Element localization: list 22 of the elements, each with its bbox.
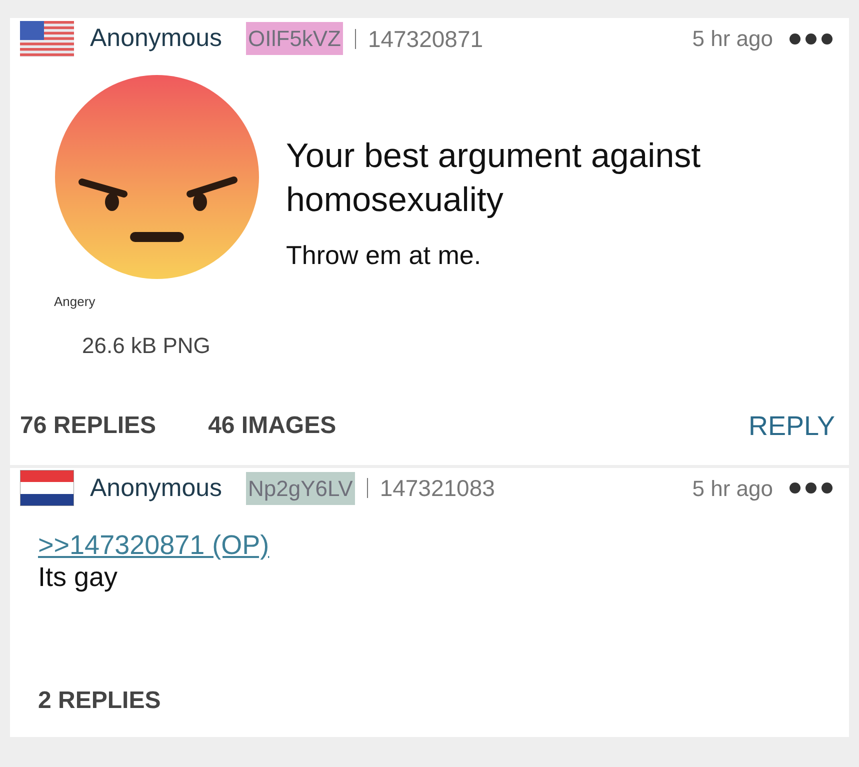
flag-icon [20,470,74,506]
post-comment: Throw em at me. [286,238,482,272]
post-number: 147320871 [368,24,484,54]
poster-id: Np2gY6LV [246,472,355,505]
post-time: 5 hr ago [692,25,773,54]
quote-link[interactable]: >>147320871 (OP) [38,529,270,561]
image-filename: Angery [54,292,96,311]
more-options-icon[interactable] [789,482,833,494]
more-options-icon[interactable] [789,32,833,45]
poster-id: OIlF5kVZ [246,22,343,56]
post-subject: Your best argument against homosexuality [286,136,702,220]
images-count[interactable]: 46 IMAGES [208,408,336,444]
replies-count[interactable]: 76 REPLIES [20,408,156,444]
post-comment: Its gay [38,561,119,593]
post-time: 5 hr ago [692,474,773,503]
replies-count[interactable]: 2 REPLIES [38,683,161,719]
poster-name: Anonymous [90,472,222,504]
flag-icon [20,20,74,57]
post-number: 147321083 [380,474,495,503]
image-info: 26.6 kB PNG [82,332,212,360]
reply-button[interactable]: REPLY [748,406,835,446]
poster-name: Anonymous [90,23,222,54]
